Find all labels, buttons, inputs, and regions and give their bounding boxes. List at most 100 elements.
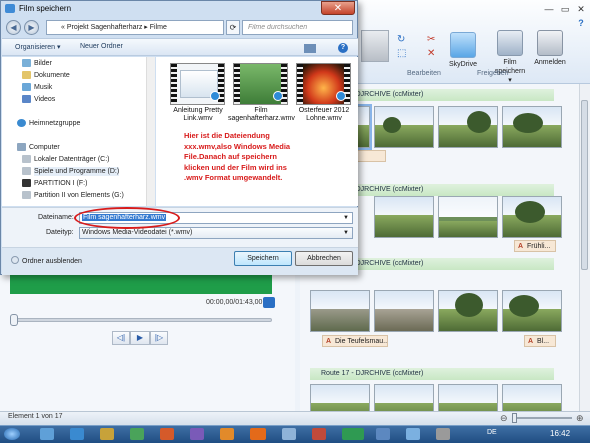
nav-drive-d[interactable]: Spiele und Programme (D:): [22, 167, 120, 176]
nav-musik[interactable]: Musik: [22, 83, 52, 92]
cloud-icon: [450, 32, 476, 58]
taskbar-media-icon[interactable]: [160, 428, 174, 440]
navigation-scrollbar[interactable]: [146, 57, 155, 206]
clip-14[interactable]: [438, 384, 498, 411]
dialog-close-button[interactable]: ✕: [321, 1, 355, 15]
clip-6[interactable]: [438, 196, 498, 238]
clip-9[interactable]: [374, 290, 434, 332]
chevron-down-icon[interactable]: ▼: [343, 213, 349, 223]
annotation-text: Hier ist die Dateiendung xxx.wmv,also Wi…: [184, 131, 291, 182]
clip-2[interactable]: [374, 106, 434, 148]
scrollbar-thumb[interactable]: [581, 100, 588, 270]
filetype-label: Dateityp:: [46, 229, 74, 236]
nav-heimnetzgruppe[interactable]: Heimnetzgruppe: [17, 119, 80, 128]
clip-4[interactable]: [502, 106, 562, 148]
rotate-icon[interactable]: ↻: [397, 34, 405, 45]
remove-icon[interactable]: ✕: [427, 48, 435, 59]
file-name-2[interactable]: Film sagenhafterharz.wmv: [228, 107, 295, 123]
help-icon[interactable]: ?: [338, 43, 348, 53]
caption-4[interactable]: Bl...: [524, 335, 556, 347]
seek-handle[interactable]: [10, 314, 18, 326]
help-icon[interactable]: ?: [574, 18, 588, 29]
cancel-button[interactable]: Abbrechen: [295, 251, 353, 266]
address-bar[interactable]: « Projekt Sagenhafterharz ▸ Filme: [46, 20, 224, 35]
share-group-label: Freigeben: [477, 70, 509, 77]
back-button[interactable]: ◀: [6, 20, 21, 35]
zoom-in-icon[interactable]: ⊕: [576, 413, 584, 424]
chevron-down-icon[interactable]: ▼: [343, 228, 349, 238]
minimize-window-button[interactable]: —: [542, 4, 556, 15]
seek-bar[interactable]: [10, 318, 272, 322]
sign-in-button[interactable]: Anmelden: [533, 30, 567, 67]
save-button[interactable]: Speichern: [234, 251, 292, 266]
clip-5[interactable]: [374, 196, 434, 238]
hide-folders-button[interactable]: Ordner ausblenden: [11, 256, 82, 265]
refresh-icon[interactable]: ⟳: [226, 20, 240, 35]
clip-15[interactable]: [502, 384, 562, 411]
close-window-button[interactable]: ✕: [574, 4, 588, 15]
breadcrumb[interactable]: « Projekt Sagenhafterharz ▸ Filme: [61, 24, 167, 31]
clip-13[interactable]: [374, 384, 434, 411]
sign-in-label: Anmelden: [534, 59, 566, 66]
organize-button[interactable]: Organisieren ▾: [15, 43, 61, 51]
view-icon[interactable]: [304, 44, 316, 53]
clip-7[interactable]: [502, 196, 562, 238]
nav-dokumente[interactable]: Dokumente: [22, 71, 70, 80]
maximize-window-button[interactable]: ▭: [558, 4, 572, 15]
taskbar-app8-icon[interactable]: [436, 428, 450, 440]
drive-icon: [22, 191, 31, 199]
music-track-label[interactable]: Route 17 - DJRCHIVE (ccMixter): [310, 368, 554, 380]
file-thumbnail-2[interactable]: [233, 63, 288, 105]
taskbar-app6-icon[interactable]: [376, 428, 390, 440]
zoom-slider[interactable]: [516, 417, 572, 419]
clip-8[interactable]: [310, 290, 370, 332]
clip-11[interactable]: [502, 290, 562, 332]
taskbar-app4-icon[interactable]: [282, 428, 296, 440]
dialog-title: Film speichern: [19, 4, 72, 13]
file-name-3[interactable]: Osterfeuer 2012 Lohne.wmv: [291, 107, 357, 123]
edit-thumbnail[interactable]: [361, 30, 389, 62]
prev-frame-button[interactable]: ◁|: [112, 331, 130, 345]
caption-3[interactable]: Die Teufelsmau...: [322, 335, 388, 347]
taskbar-app7-icon[interactable]: [406, 428, 420, 440]
nav-drive-g[interactable]: Partition II von Elements (G:): [22, 191, 124, 200]
search-input[interactable]: [242, 20, 353, 35]
taskbar-app3-icon[interactable]: [220, 428, 234, 440]
taskbar-app-icon[interactable]: [130, 428, 144, 440]
clip-12[interactable]: [310, 384, 370, 411]
taskbar-folder-icon[interactable]: [100, 428, 114, 440]
clock[interactable]: 16:42: [550, 429, 570, 438]
cut-icon[interactable]: ✂: [427, 34, 435, 45]
clip-10[interactable]: [438, 290, 498, 332]
taskbar-app5-icon[interactable]: [312, 428, 326, 440]
taskbar-explorer-icon[interactable]: [40, 428, 54, 440]
file-name-1[interactable]: Anleitung Pretty Link.wmv: [165, 107, 231, 123]
nav-computer[interactable]: Computer: [17, 143, 60, 152]
clip-3[interactable]: [438, 106, 498, 148]
start-button[interactable]: [4, 428, 20, 440]
skydrive-button[interactable]: SkyDrive: [447, 32, 479, 69]
new-folder-button[interactable]: Neuer Ordner: [80, 43, 123, 50]
nav-drive-c[interactable]: Lokaler Datenträger (C:): [22, 155, 109, 164]
fullscreen-icon[interactable]: [263, 297, 275, 308]
status-text: Element 1 von 17: [8, 413, 63, 420]
taskbar-ie-icon[interactable]: [70, 428, 84, 440]
zoom-handle[interactable]: [512, 413, 517, 423]
file-thumbnail-3[interactable]: [296, 63, 351, 105]
nav-drive-f[interactable]: PARTITION I (F:): [22, 179, 87, 188]
taskbar-app2-icon[interactable]: [190, 428, 204, 440]
nav-videos[interactable]: Videos: [22, 95, 55, 104]
documents-icon: [22, 71, 31, 79]
forward-button[interactable]: ▶: [24, 20, 39, 35]
taskbar-moviemaker-icon[interactable]: [342, 428, 364, 440]
caption-2[interactable]: Frühli...: [514, 240, 556, 252]
taskbar-firefox-icon[interactable]: [250, 428, 266, 440]
next-frame-button[interactable]: |▷: [150, 331, 168, 345]
select-icon[interactable]: ⬚: [397, 48, 406, 59]
language-indicator[interactable]: DE: [487, 429, 497, 436]
file-thumbnail-1[interactable]: [170, 63, 225, 105]
zoom-out-icon[interactable]: ⊖: [500, 413, 508, 424]
nav-bilder[interactable]: Bilder: [22, 59, 52, 68]
play-button[interactable]: ▶: [130, 331, 150, 345]
app-icon: [5, 4, 15, 13]
